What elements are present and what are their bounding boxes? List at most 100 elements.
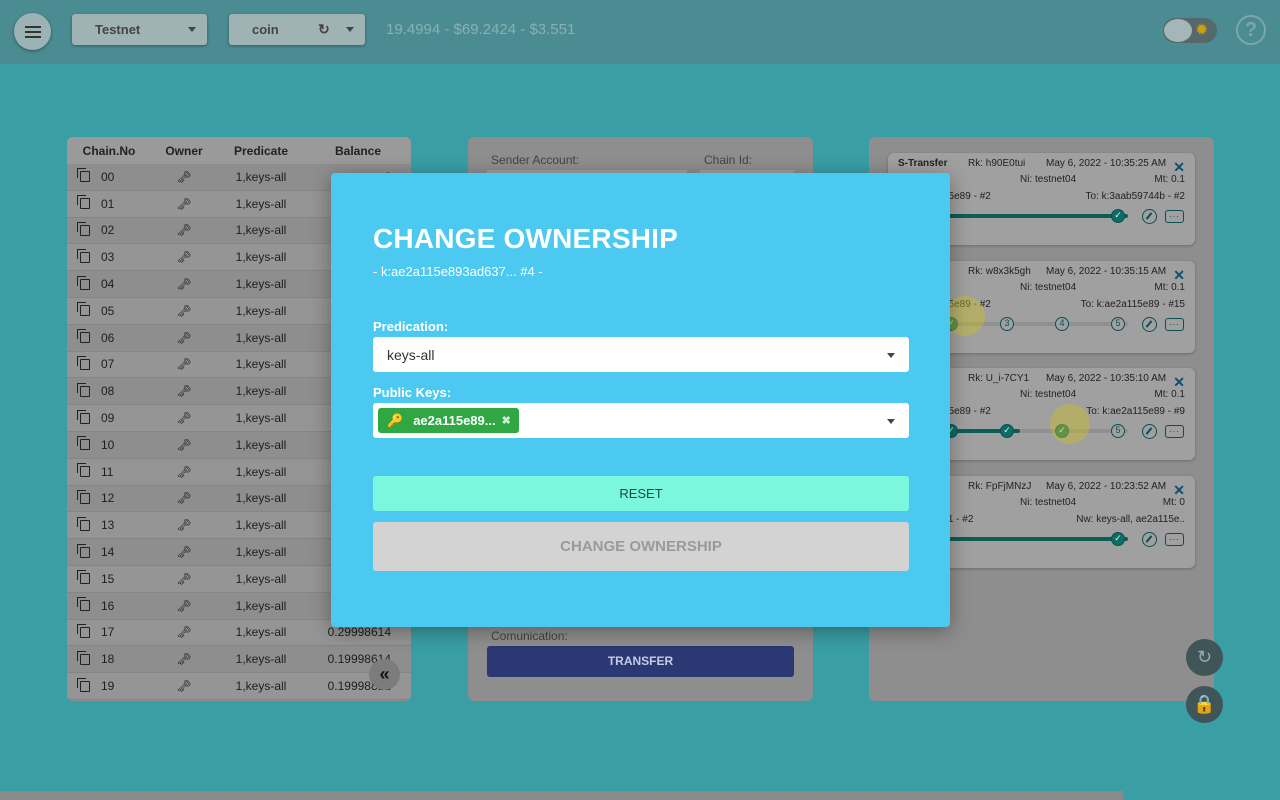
copy-icon[interactable] [77, 463, 90, 478]
copy-icon[interactable] [77, 221, 90, 236]
copy-icon[interactable] [77, 275, 90, 290]
column-header: Balance [334, 143, 382, 158]
table-header: Chain.No Owner Predicate Balance [67, 137, 411, 164]
copy-icon[interactable] [77, 302, 90, 317]
predicate-cell: 1,keys-all [235, 652, 287, 667]
predicate-cell: 1,keys-all [235, 384, 287, 399]
tx-type: S-Transfer [898, 158, 948, 169]
copy-icon[interactable] [77, 195, 90, 210]
public-keys-label: Public Keys: [373, 385, 452, 400]
public-key-chip: 🔑 ae2a115e89... ✖ [378, 408, 519, 433]
copy-icon[interactable] [77, 516, 90, 531]
predicate-cell: 1,keys-all [235, 598, 287, 613]
chain-cell: 09 [67, 409, 151, 425]
chain-number: 00 [101, 169, 115, 184]
owner-key-icon: 🗝 [176, 169, 192, 184]
table-row: 18 🗝 1,keys-all 0.19998614 [67, 646, 411, 674]
copy-icon[interactable] [77, 623, 90, 638]
copy-icon[interactable] [77, 409, 90, 424]
predication-select[interactable]: keys-all [373, 337, 909, 372]
hamburger-menu-button[interactable] [14, 13, 51, 50]
chain-cell: 17 [67, 623, 151, 639]
key-icon: 🔑 [387, 412, 404, 428]
chain-cell: 05 [67, 302, 151, 318]
refresh-icon[interactable]: ↻ [318, 21, 330, 38]
owner-key-icon: 🗝 [176, 625, 192, 640]
owner-key-icon: 🗝 [176, 491, 192, 506]
message-icon[interactable]: ... [1165, 210, 1184, 223]
message-icon[interactable]: ... [1165, 318, 1184, 331]
chain-cell: 10 [67, 436, 151, 452]
chain-number: 12 [101, 491, 115, 506]
copy-icon[interactable] [77, 543, 90, 558]
copy-icon[interactable] [77, 382, 90, 397]
copy-icon[interactable] [77, 650, 90, 665]
collapse-panel-button[interactable]: « [369, 659, 400, 690]
sync-icon: ↻ [1196, 647, 1213, 667]
copy-icon[interactable] [77, 436, 90, 451]
chain-cell: 14 [67, 543, 151, 559]
tx-to: To: k:3aab59744b - #2 [1085, 191, 1185, 202]
public-keys-select[interactable]: 🔑 ae2a115e89... ✖ [373, 403, 909, 438]
column-header: Owner [165, 143, 203, 158]
predicate-cell: 1,keys-all [235, 625, 287, 640]
chain-number: 10 [101, 437, 115, 452]
tx-request-key: Rk: w8x3k5gh [968, 266, 1031, 277]
sync-button[interactable]: ↻ [1186, 639, 1223, 676]
token-select[interactable]: coin ↻ [229, 14, 365, 45]
chain-cell: 15 [67, 570, 151, 586]
chain-number: 07 [101, 357, 115, 372]
public-key-chip-label: ae2a115e89... [413, 413, 496, 428]
chain-cell: 06 [67, 329, 151, 345]
tx-date: May 6, 2022 - 10:35:15 AM [1046, 266, 1167, 277]
owner-key-icon: 🗝 [176, 196, 192, 211]
theme-toggle[interactable]: ✹ [1163, 18, 1217, 43]
chevron-down-icon [887, 353, 895, 358]
copy-icon[interactable] [77, 597, 90, 612]
chain-number: 06 [101, 330, 115, 345]
chain-number: 16 [101, 598, 115, 613]
horizontal-scrollbar[interactable] [0, 791, 1123, 800]
chain-cell: 11 [67, 463, 151, 479]
compass-icon[interactable] [1142, 317, 1157, 332]
tx-from: 15e89 - #2 [943, 191, 991, 202]
chain-number: 19 [101, 679, 115, 694]
message-icon[interactable]: ... [1165, 425, 1184, 438]
copy-icon[interactable] [77, 168, 90, 183]
compass-icon[interactable] [1142, 532, 1157, 547]
sender-account-label: Sender Account: [491, 153, 580, 167]
chain-cell: 01 [67, 195, 151, 211]
network-select-value: Testnet [95, 22, 141, 37]
tx-network: Ni: testnet04 [1020, 497, 1077, 508]
copy-icon[interactable] [77, 677, 90, 692]
reset-button[interactable]: RESET [373, 476, 909, 511]
progress-step: 5 [1111, 317, 1125, 331]
copy-icon[interactable] [77, 329, 90, 344]
predicate-cell: 1,keys-all [235, 250, 287, 265]
lock-button[interactable]: 🔒 [1186, 686, 1223, 723]
copy-icon[interactable] [77, 570, 90, 585]
chain-number: 18 [101, 652, 115, 667]
predication-value: keys-all [387, 347, 435, 363]
predicate-cell: 1,keys-all [235, 571, 287, 586]
predicate-cell: 1,keys-all [235, 545, 287, 560]
remove-chip-icon[interactable]: ✖ [502, 414, 511, 427]
balance-cell: 0.29998614 [327, 625, 391, 640]
copy-icon[interactable] [77, 489, 90, 504]
progress-step: ✓ [1111, 532, 1125, 546]
progress-step: ✓ [1000, 424, 1014, 438]
help-icon[interactable]: ? [1236, 15, 1266, 45]
chain-cell: 07 [67, 355, 151, 372]
copy-icon[interactable] [77, 248, 90, 263]
compass-icon[interactable] [1142, 209, 1157, 224]
owner-key-icon: 🗝 [176, 250, 192, 265]
transfer-button[interactable]: TRANSFER [487, 646, 794, 677]
compass-icon[interactable] [1142, 424, 1157, 439]
network-select[interactable]: Testnet [72, 14, 207, 45]
communication-label: Comunication: [491, 629, 568, 643]
change-ownership-button[interactable]: CHANGE OWNERSHIP [373, 522, 909, 571]
tx-network: Ni: testnet04 [1020, 282, 1077, 293]
message-icon[interactable]: ... [1165, 533, 1184, 546]
copy-icon[interactable] [77, 355, 90, 370]
tx-date: May 6, 2022 - 10:35:10 AM [1046, 373, 1167, 384]
